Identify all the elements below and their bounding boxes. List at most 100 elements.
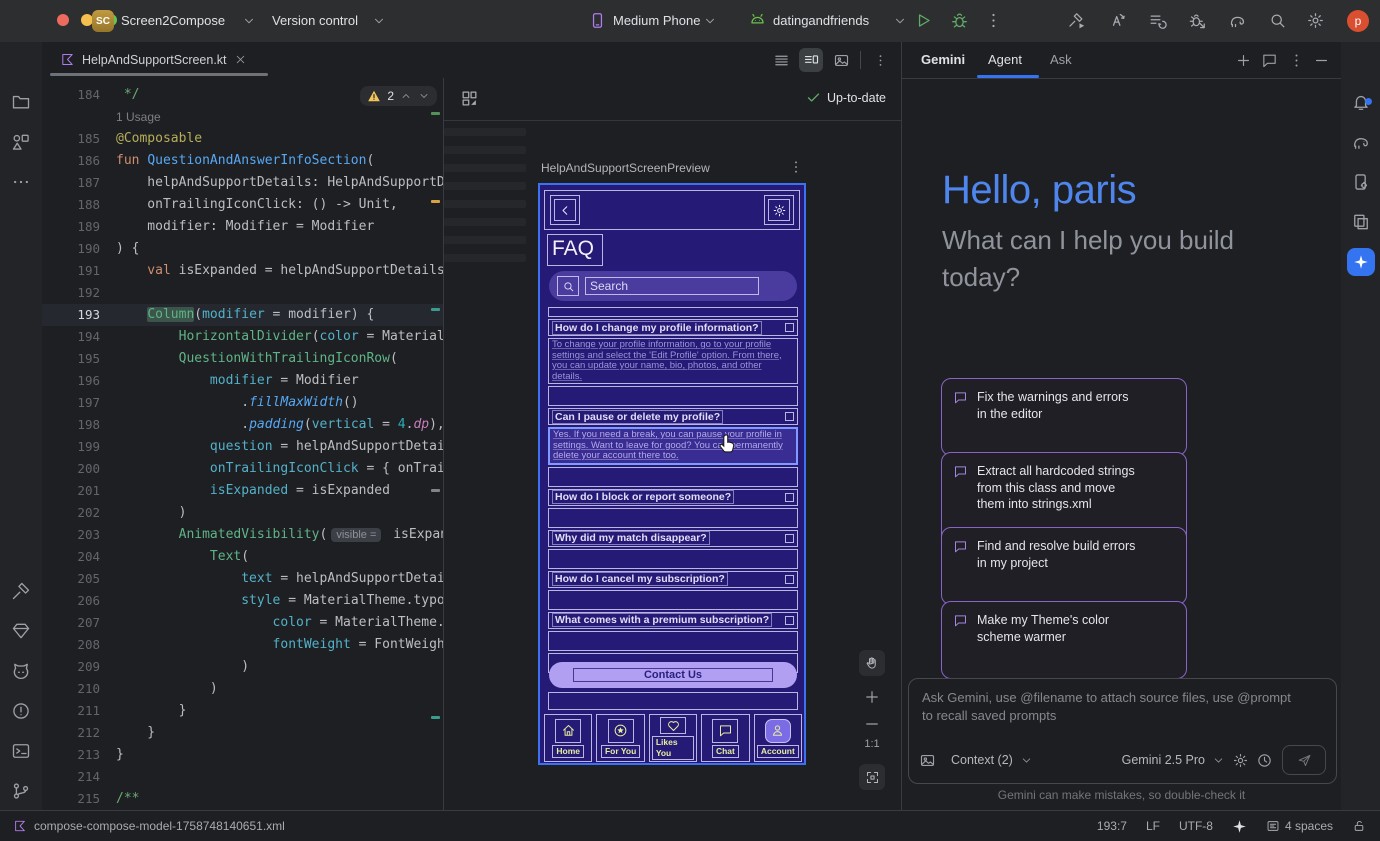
expand-icon[interactable] xyxy=(785,493,794,502)
build-tool-icon[interactable] xyxy=(11,581,31,601)
device-manager-icon[interactable] xyxy=(1351,172,1371,192)
project-selector[interactable]: Screen2Compose xyxy=(121,0,225,42)
panel-options-icon[interactable] xyxy=(1288,52,1305,69)
expand-icon[interactable] xyxy=(785,575,794,584)
code-line[interactable]: 211 } xyxy=(42,700,443,722)
indent-setting[interactable]: 4 spaces xyxy=(1266,819,1333,833)
code-editor[interactable]: 184 */1 Usage185@Composable186fun Questi… xyxy=(42,78,443,810)
pan-tool-button[interactable] xyxy=(859,650,885,676)
expand-icon[interactable] xyxy=(785,323,794,332)
device-selector[interactable]: Medium Phone xyxy=(613,0,700,42)
code-line[interactable]: 195 QuestionWithTrailingIconRow( xyxy=(42,348,443,370)
code-line[interactable]: 214 xyxy=(42,766,443,788)
stripe-mark[interactable] xyxy=(431,716,440,719)
code-line[interactable]: 191 val isExpanded = helpAndSupportDetai… xyxy=(42,260,443,282)
more-actions-icon[interactable] xyxy=(984,11,1003,30)
gemini-tool-button[interactable] xyxy=(1347,248,1375,276)
code-line[interactable]: 199 question = helpAndSupportDetai xyxy=(42,436,443,458)
code-line[interactable]: 213} xyxy=(42,744,443,766)
code-line[interactable]: 209 ) xyxy=(42,656,443,678)
search-everywhere-icon[interactable] xyxy=(1268,11,1287,30)
code-line[interactable]: 202 ) xyxy=(42,502,443,524)
task-history-icon[interactable] xyxy=(1148,11,1167,30)
usage-hint[interactable]: 1 Usage xyxy=(116,110,161,124)
nav-item-account[interactable]: Account xyxy=(754,714,802,762)
stripe-mark[interactable] xyxy=(431,489,440,492)
contact-us-button[interactable]: Contact Us xyxy=(549,662,797,688)
editor-options-button[interactable] xyxy=(868,48,892,72)
window-close-button[interactable] xyxy=(57,14,69,26)
build-run-icon[interactable] xyxy=(1068,11,1087,30)
gemini-input-box[interactable]: Ask Gemini, use @filename to attach sour… xyxy=(908,678,1337,784)
nav-item-likes-you[interactable]: Likes You xyxy=(649,714,697,762)
tab-agent[interactable]: Agent xyxy=(988,42,1022,78)
nav-item-for-you[interactable]: For You xyxy=(596,714,644,762)
context-selector[interactable]: Context (2) xyxy=(951,753,1013,767)
faq-answer[interactable]: To change your profile information, go t… xyxy=(548,338,798,384)
suggestion-card[interactable]: Fix the warnings and errors in the edito… xyxy=(941,378,1187,456)
code-line[interactable]: 200 onTrailingIconClick = { onTrai xyxy=(42,458,443,480)
gem-tool-icon[interactable] xyxy=(11,621,31,641)
more-tools-icon[interactable] xyxy=(11,172,31,192)
code-line[interactable]: 215/** xyxy=(42,788,443,810)
line-ending[interactable]: LF xyxy=(1146,819,1160,833)
code-line[interactable]: 196 modifier = Modifier xyxy=(42,370,443,392)
code-line[interactable]: 207 color = MaterialTheme. xyxy=(42,612,443,634)
model-selector[interactable]: Gemini 2.5 Pro xyxy=(1122,753,1205,767)
view-split-button[interactable] xyxy=(799,48,823,72)
faq-question-row[interactable]: Can I pause or delete my profile? xyxy=(548,408,798,425)
view-design-button[interactable] xyxy=(829,48,853,72)
hide-panel-icon[interactable] xyxy=(1313,52,1330,69)
code-line[interactable]: 185@Composable xyxy=(42,128,443,150)
code-line[interactable]: 210 ) xyxy=(42,678,443,700)
new-chat-icon[interactable] xyxy=(1235,52,1252,69)
gemini-settings-icon[interactable] xyxy=(1232,752,1249,769)
tab-helpandsupportscreen[interactable]: HelpAndSupportScreen.kt xyxy=(50,42,257,77)
terminal-icon[interactable] xyxy=(11,741,31,761)
code-line[interactable]: 189 modifier: Modifier = Modifier xyxy=(42,216,443,238)
code-line[interactable]: 204 Text( xyxy=(42,546,443,568)
history-icon[interactable] xyxy=(1256,752,1273,769)
faq-question-row[interactable]: How do I change my profile information? xyxy=(548,319,798,336)
gradle-tool-icon[interactable] xyxy=(1351,132,1371,152)
chat-history-icon[interactable] xyxy=(1261,52,1278,69)
tab-ask[interactable]: Ask xyxy=(1050,42,1072,78)
back-button[interactable] xyxy=(550,195,580,225)
code-line[interactable]: 188 onTrailingIconClick: () -> Unit, xyxy=(42,194,443,216)
code-line[interactable]: 194 HorizontalDivider(color = MaterialT xyxy=(42,326,443,348)
preview-menu-icon[interactable] xyxy=(788,159,804,175)
resource-manager-icon[interactable] xyxy=(11,132,31,152)
code-line[interactable]: 198 .padding(vertical = 4.dp), xyxy=(42,414,443,436)
faq-question-row[interactable]: Why did my match disappear? xyxy=(548,530,798,547)
stripe-mark[interactable] xyxy=(431,308,440,311)
vcs-widget[interactable]: Version control xyxy=(272,0,358,42)
faq-question-row[interactable]: What comes with a premium subscription? xyxy=(548,612,798,629)
zoom-level-button[interactable]: 1:1 xyxy=(857,738,887,750)
code-transform-icon[interactable] xyxy=(1108,11,1127,30)
code-line[interactable]: 190) { xyxy=(42,238,443,260)
profiler-icon[interactable] xyxy=(1188,11,1207,30)
suggestion-card[interactable]: Make my Theme's color scheme warmer xyxy=(941,601,1187,679)
attach-image-icon[interactable] xyxy=(919,752,936,769)
search-bar[interactable]: Search xyxy=(549,271,797,301)
phone-preview[interactable]: FAQ Search How do I change my profile in… xyxy=(538,183,806,765)
code-line[interactable]: 212 } xyxy=(42,722,443,744)
close-icon[interactable] xyxy=(234,53,247,66)
next-issue-icon[interactable] xyxy=(418,90,430,102)
settings-button[interactable] xyxy=(764,195,794,225)
faq-answer[interactable]: Yes. If you need a break, you can pause … xyxy=(548,427,798,465)
code-line[interactable]: 1 Usage xyxy=(42,106,443,128)
caret-position[interactable]: 193:7 xyxy=(1097,819,1127,833)
expand-icon[interactable] xyxy=(785,616,794,625)
previous-issue-icon[interactable] xyxy=(400,90,412,102)
ai-sparkle-icon[interactable] xyxy=(1232,819,1247,834)
version-control-icon[interactable] xyxy=(11,781,31,801)
code-line[interactable]: 206 style = MaterialTheme.typo xyxy=(42,590,443,612)
gradle-sync-icon[interactable] xyxy=(1228,11,1247,30)
faq-question-row[interactable]: How do I cancel my subscription? xyxy=(548,571,798,588)
code-line[interactable]: 205 text = helpAndSupportDetai xyxy=(42,568,443,590)
view-code-button[interactable] xyxy=(769,48,793,72)
fit-to-screen-button[interactable] xyxy=(859,764,885,790)
stripe-mark[interactable] xyxy=(431,112,440,115)
file-encoding[interactable]: UTF-8 xyxy=(1179,819,1213,833)
